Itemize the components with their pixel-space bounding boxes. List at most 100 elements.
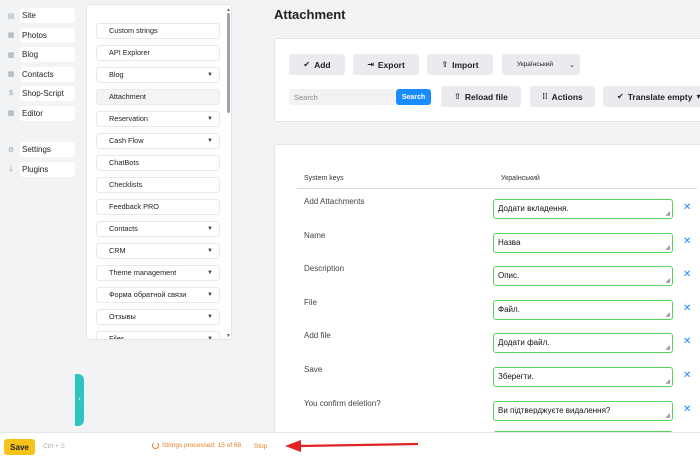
export-button-label: Export xyxy=(377,59,405,70)
plugin-item-label: Отзывы xyxy=(109,312,136,321)
dots-grid-icon: ⁞⁞ xyxy=(542,92,548,101)
caret-down-icon: ▼ xyxy=(207,270,213,276)
resize-grip-icon[interactable]: ◢ xyxy=(665,210,670,217)
plugin-list: ▲ ▼ Custom strings API Explorer Blog ▼ Attac… xyxy=(86,4,232,340)
plugin-item[interactable]: CRM ▼ xyxy=(96,243,220,259)
plugin-item[interactable]: Форма обратной связи ▼ xyxy=(96,287,220,303)
plugin-item[interactable]: Contacts ▼ xyxy=(96,221,220,237)
plugin-item[interactable]: Cash Flow ▼ xyxy=(96,133,220,149)
upload-icon: ⇧ xyxy=(441,60,449,69)
reload-file-button[interactable]: ⇧ Reload file xyxy=(441,86,521,107)
app-nav-item-contacts[interactable]: ▦ Contacts xyxy=(0,65,75,85)
check-icon: ✔ xyxy=(617,92,624,101)
export-button[interactable]: ⇥ Export xyxy=(353,54,419,75)
delete-row-icon[interactable]: ✕ xyxy=(683,236,691,247)
translate-empty-button[interactable]: ✔ Translate empty ▾ xyxy=(603,86,700,107)
resize-grip-icon[interactable]: ◢ xyxy=(665,344,670,351)
search-button[interactable]: Search xyxy=(396,89,431,105)
row-key: You confirm deletion? xyxy=(304,398,381,408)
plugin-item-label: CRM xyxy=(109,246,126,255)
row-key: Save xyxy=(304,365,323,374)
plugin-item-label: Files xyxy=(109,334,125,340)
import-button[interactable]: ⇧ Import xyxy=(427,54,493,75)
translation-value: Назва xyxy=(498,237,521,247)
app-nav-label: Editor xyxy=(20,105,75,121)
resize-grip-icon[interactable]: ◢ xyxy=(665,378,670,385)
scroll-down-icon[interactable]: ▼ xyxy=(226,333,231,339)
app-nav-item-shop-script[interactable]: $ Shop-Script xyxy=(0,84,75,104)
language-select[interactable]: Український ⌄ xyxy=(502,54,580,75)
translation-input[interactable]: Файл. ◢ xyxy=(493,299,673,320)
plugin-item-label: API Explorer xyxy=(109,48,150,57)
translation-input[interactable]: Опис. ◢ xyxy=(493,266,673,287)
translation-input[interactable]: Назва ◢ xyxy=(493,232,673,253)
plugin-item[interactable]: Feedback PRO xyxy=(96,199,220,215)
plugin-item[interactable]: API Explorer xyxy=(96,45,220,61)
search-input[interactable] xyxy=(289,89,395,105)
dollar-icon: $ xyxy=(9,90,13,98)
translation-input[interactable]: Додати файл. ◢ xyxy=(493,333,673,354)
row-key: Description xyxy=(304,264,345,274)
app-nav-item-plugins[interactable]: ⏚ Plugins xyxy=(0,160,75,180)
delete-row-icon[interactable]: ✕ xyxy=(683,336,691,347)
plugin-item[interactable]: ChatBots xyxy=(96,155,220,171)
app-nav-item-photos[interactable]: ▦ Photos xyxy=(0,26,75,46)
app-nav-item-editor[interactable]: ▦ Editor xyxy=(0,104,75,124)
translations-table: System keys Український Add Attachments Д… xyxy=(274,144,700,444)
delete-row-icon[interactable]: ✕ xyxy=(683,370,691,381)
delete-row-icon[interactable]: ✕ xyxy=(683,404,691,415)
caret-down-icon: ▼ xyxy=(207,72,213,78)
app-nav-item-blog[interactable]: ▦ Blog xyxy=(0,45,75,65)
caret-down-icon: ▼ xyxy=(207,248,213,254)
translation-input[interactable]: Додати вкладення. ◢ xyxy=(493,199,673,219)
plugin-item[interactable]: Blog ▼ xyxy=(96,67,220,83)
delete-row-icon[interactable]: ✕ xyxy=(683,202,691,213)
save-button[interactable]: Save xyxy=(4,439,35,455)
plugin-item[interactable]: Checklists xyxy=(96,177,220,193)
plugin-item[interactable]: Reservation ▼ xyxy=(96,111,220,127)
toolbar-card: ✔ Add ⇥ Export ⇧ Import Український ⌄ Se… xyxy=(274,38,700,122)
translation-value: Файл. xyxy=(498,304,520,314)
caret-down-icon: ▼ xyxy=(207,336,213,340)
resize-grip-icon[interactable]: ◢ xyxy=(665,277,670,284)
scrollbar-thumb[interactable] xyxy=(227,13,230,113)
import-button-label: Import xyxy=(452,59,479,70)
grid-icon: ▦ xyxy=(7,51,15,59)
actions-button[interactable]: ⁞⁞ Actions xyxy=(530,86,595,107)
add-button-label: Add xyxy=(314,59,331,70)
app-nav-label: Site xyxy=(20,8,75,24)
grid-icon: ▦ xyxy=(7,110,15,118)
plugin-item[interactable]: Files ▼ xyxy=(96,331,220,340)
translation-input[interactable]: Зберегти. ◢ xyxy=(493,367,673,387)
app-nav-item-site[interactable]: ▤ Site xyxy=(0,6,75,26)
plugin-item[interactable]: Attachment xyxy=(96,89,220,105)
plugin-item-label: Feedback PRO xyxy=(109,202,159,211)
plugin-item[interactable]: Отзывы ▼ xyxy=(96,309,220,325)
resize-grip-icon[interactable]: ◢ xyxy=(665,311,670,318)
delete-row-icon[interactable]: ✕ xyxy=(683,303,691,314)
translation-input[interactable]: Ви підтверджуєте видалення? ◢ xyxy=(493,400,673,421)
delete-row-icon[interactable]: ✕ xyxy=(683,269,691,280)
resize-grip-icon[interactable]: ◢ xyxy=(665,412,670,419)
plugin-item-label: Blog xyxy=(109,70,124,79)
app-nav-label: Plugins xyxy=(20,161,75,177)
row-key: Add Attachments xyxy=(304,197,365,206)
plugin-item-label: Checklists xyxy=(109,180,143,189)
add-button[interactable]: ✔ Add xyxy=(289,54,345,75)
plugin-item-label: Custom strings xyxy=(109,26,158,35)
sidebar-collapse-toggle[interactable]: ‹ xyxy=(75,374,84,426)
plugin-item[interactable]: Theme management ▼ xyxy=(96,265,220,281)
caret-down-icon: ▼ xyxy=(207,292,213,298)
plugin-item[interactable]: Custom strings xyxy=(96,23,220,39)
plugin-list-scrollbar[interactable]: ▲ ▼ xyxy=(226,7,231,339)
grid-icon: ▦ xyxy=(7,32,15,40)
stop-link[interactable]: Stop xyxy=(254,443,267,450)
plugin-item-label: ChatBots xyxy=(109,158,140,167)
translation-value: Ви підтверджуєте видалення? xyxy=(498,405,611,415)
app-nav-item-settings[interactable]: ⚙ Settings xyxy=(0,140,75,160)
plugin-item-label: Attachment xyxy=(109,92,146,101)
resize-grip-icon[interactable]: ◢ xyxy=(665,244,670,251)
progress-status: Strings processed: 15 of 68 xyxy=(152,442,241,449)
caret-down-icon: ▼ xyxy=(207,138,213,144)
actions-label: Actions xyxy=(551,91,583,102)
